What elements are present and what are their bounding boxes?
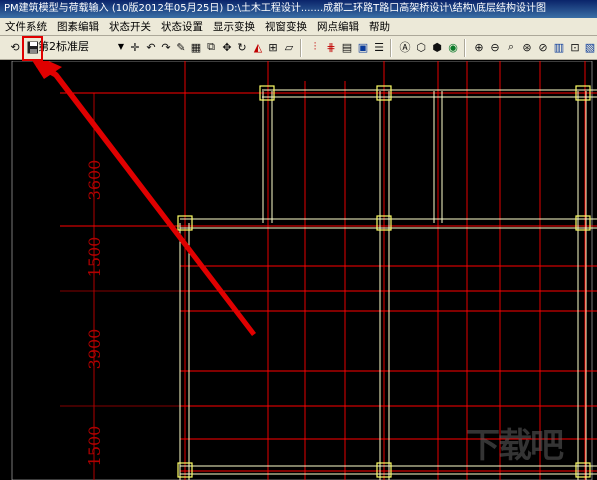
- edit-icon[interactable]: ▱: [280, 38, 298, 56]
- menu-bar: 文件系统 图素编辑 状态开关 状态设置 显示变换 视窗变换 网点编辑 帮助: [0, 18, 597, 36]
- menu-element-edit[interactable]: 图素编辑: [52, 18, 104, 35]
- dimension-label: 1500: [85, 237, 104, 278]
- menu-file[interactable]: 文件系统: [0, 18, 52, 35]
- menu-node-edit[interactable]: 网点编辑: [312, 18, 364, 35]
- menu-state-switch[interactable]: 状态开关: [104, 18, 156, 35]
- chevron-down-icon: ▼: [117, 42, 124, 51]
- menu-view-transform[interactable]: 视窗变换: [260, 18, 312, 35]
- window-title: PM建筑模型与荷载输入 (10版2012年05月25日) D:\土木工程设计..…: [0, 0, 597, 18]
- menu-help[interactable]: 帮助: [364, 18, 395, 35]
- settings-icon[interactable]: ▧: [581, 38, 597, 56]
- list-icon[interactable]: ☰: [370, 38, 388, 56]
- dimension-label: 1500: [85, 426, 104, 467]
- save-highlight-box: [22, 36, 43, 61]
- toolbar-separator: [390, 39, 392, 57]
- watermark: 下载吧: [466, 426, 564, 466]
- floor-select-value: 第2标准层: [38, 40, 89, 53]
- toolbar-separator: [464, 39, 466, 57]
- menu-display-transform[interactable]: 显示变换: [208, 18, 260, 35]
- floor-select[interactable]: 第2标准层 ▼: [38, 38, 124, 56]
- toolbar: ⟲ 第2标准层 ▼ ✛ ↶ ↷ ✎ ▦ ⧉ ✥ ↻ ◭ ⊞ ▱ ⫶ ⋕ ▤ ▣ …: [0, 36, 597, 60]
- dimension-label: 3900: [85, 329, 104, 370]
- eye-icon[interactable]: ◉: [444, 38, 462, 56]
- toolbar-separator: [300, 39, 302, 57]
- dimension-label: 3600: [85, 160, 104, 201]
- menu-state-settings[interactable]: 状态设置: [156, 18, 208, 35]
